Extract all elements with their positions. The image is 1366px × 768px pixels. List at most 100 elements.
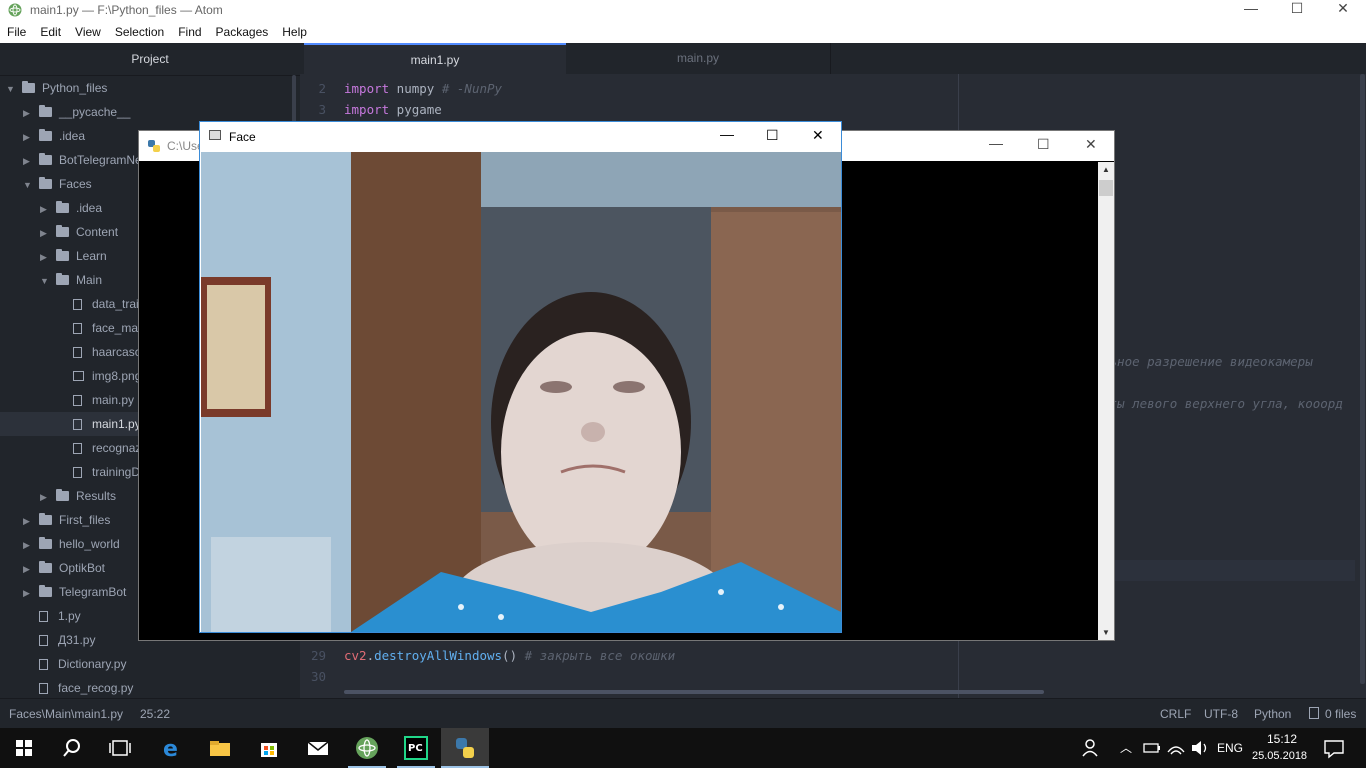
- tree-header[interactable]: Project: [0, 43, 300, 76]
- tray-chevron-icon[interactable]: ︿: [1120, 739, 1132, 756]
- line-number: 3: [318, 102, 326, 117]
- status-file-path[interactable]: Faces\Main\main1.py: [9, 707, 123, 721]
- folder-icon: [56, 273, 69, 285]
- people-icon[interactable]: [1078, 734, 1106, 762]
- task-view-icon[interactable]: [106, 734, 134, 762]
- code-keyword: import: [344, 102, 390, 117]
- tree-item[interactable]: face_recog.py: [0, 676, 300, 698]
- folder-icon: [56, 225, 69, 237]
- file-icon: [39, 683, 48, 694]
- mail-icon[interactable]: [304, 734, 332, 762]
- chevron-right-icon[interactable]: ▶: [40, 221, 52, 245]
- face-maximize-button[interactable]: ☐: [766, 127, 779, 144]
- folder-icon: [56, 201, 69, 213]
- python-app-icon[interactable]: [451, 734, 479, 762]
- scroll-down-icon[interactable]: ▼: [1102, 628, 1110, 637]
- chevron-right-icon[interactable]: ▶: [23, 101, 35, 125]
- tree-item-label: .idea: [59, 129, 86, 143]
- menu-edit[interactable]: Edit: [33, 22, 68, 43]
- window-app-icon: [209, 130, 221, 140]
- console-minimize-button[interactable]: —: [989, 135, 1003, 151]
- volume-icon[interactable]: [1186, 734, 1214, 762]
- face-window[interactable]: Face — ☐ ✕: [199, 121, 842, 633]
- menu-packages[interactable]: Packages: [209, 22, 276, 43]
- status-encoding[interactable]: UTF-8: [1204, 707, 1238, 721]
- menu-view[interactable]: View: [68, 22, 108, 43]
- status-files[interactable]: 0 files: [1325, 707, 1356, 721]
- chevron-right-icon[interactable]: ▶: [23, 149, 35, 173]
- folder-icon: [39, 537, 52, 549]
- pycharm-icon[interactable]: PC: [402, 734, 430, 762]
- chevron-right-icon[interactable]: ▶: [40, 197, 52, 221]
- tree-item-label: First_files: [59, 513, 111, 527]
- chevron-right-icon[interactable]: ▶: [23, 581, 35, 605]
- scroll-up-icon[interactable]: ▲: [1102, 165, 1110, 174]
- face-minimize-button[interactable]: —: [720, 126, 734, 142]
- chevron-right-icon[interactable]: ▶: [23, 125, 35, 149]
- file-explorer-icon[interactable]: [206, 734, 234, 762]
- search-icon[interactable]: [58, 734, 86, 762]
- tree-item[interactable]: ▼ Python_files: [0, 76, 300, 100]
- status-grammar[interactable]: Python: [1254, 707, 1291, 721]
- tree-item-label: img8.png: [92, 369, 142, 383]
- code-dot: .: [366, 648, 375, 663]
- console-close-button[interactable]: ✕: [1085, 136, 1097, 153]
- tree-item-label: TelegramBot: [59, 585, 127, 599]
- tab-main1[interactable]: main1.py: [304, 43, 566, 74]
- status-cursor-position[interactable]: 25:22: [140, 707, 170, 721]
- clock-time[interactable]: 15:12: [1267, 732, 1297, 746]
- folder-icon: [56, 249, 69, 261]
- file-icon: [73, 323, 82, 334]
- atom-app-icon[interactable]: [353, 734, 381, 762]
- menu-find[interactable]: Find: [171, 22, 208, 43]
- chevron-right-icon[interactable]: ▶: [23, 509, 35, 533]
- camera-image: [201, 152, 841, 632]
- tree-item-label: main1.py: [92, 417, 141, 431]
- store-icon[interactable]: [255, 734, 283, 762]
- language-indicator[interactable]: ENG: [1217, 741, 1243, 755]
- chevron-right-icon[interactable]: ▶: [40, 485, 52, 509]
- window-title: main1.py — F:\Python_files — Atom: [30, 3, 223, 17]
- notifications-icon[interactable]: [1320, 734, 1348, 762]
- minimize-button[interactable]: —: [1228, 0, 1274, 22]
- face-close-button[interactable]: ✕: [812, 127, 824, 144]
- windows-start-icon[interactable]: [10, 734, 38, 762]
- menu-file[interactable]: File: [0, 22, 33, 43]
- chevron-right-icon[interactable]: ▶: [23, 557, 35, 581]
- folder-icon: [39, 129, 52, 141]
- console-maximize-button[interactable]: ☐: [1037, 136, 1050, 153]
- tab-bar: main1.py main.py: [300, 43, 1366, 74]
- console-scrollbar[interactable]: ▲ ▼: [1098, 162, 1114, 640]
- file-icon: [39, 611, 48, 622]
- tab-main[interactable]: main.py: [566, 43, 831, 74]
- face-titlebar: Face — ☐ ✕: [200, 122, 841, 152]
- close-button[interactable]: ✕: [1320, 0, 1366, 22]
- chevron-right-icon[interactable]: ▶: [23, 533, 35, 557]
- line-number: 30: [310, 669, 326, 684]
- tree-item-label: Learn: [76, 249, 107, 263]
- code-keyword: import: [344, 81, 390, 96]
- menu-selection[interactable]: Selection: [108, 22, 171, 43]
- image-file-icon: [73, 371, 84, 381]
- tree-item[interactable]: Dictionary.py: [0, 652, 300, 676]
- folder-icon: [39, 513, 52, 525]
- folder-icon: [39, 105, 52, 117]
- clock-date[interactable]: 25.05.2018: [1252, 750, 1307, 762]
- editor-h-scrollbar[interactable]: [344, 690, 1044, 694]
- folder-icon: [56, 489, 69, 501]
- chevron-down-icon[interactable]: ▼: [23, 173, 35, 197]
- app-titlebar: main1.py — F:\Python_files — Atom — ☐ ✕: [0, 0, 1366, 22]
- maximize-button[interactable]: ☐: [1274, 0, 1320, 22]
- file-icon: [39, 635, 48, 646]
- chevron-down-icon[interactable]: ▼: [40, 269, 52, 293]
- chevron-down-icon[interactable]: ▼: [6, 77, 18, 101]
- status-line-ending[interactable]: CRLF: [1160, 707, 1191, 721]
- editor-v-scrollbar[interactable]: [1360, 74, 1365, 684]
- scroll-thumb[interactable]: [1099, 180, 1113, 196]
- code-comment: аты левого верхнего угла, кооорд: [1102, 396, 1343, 411]
- tree-item-label: OptikBot: [59, 561, 106, 575]
- code-comment: # -NunPy: [441, 81, 503, 96]
- edge-browser-icon[interactable]: e: [158, 734, 186, 762]
- chevron-right-icon[interactable]: ▶: [40, 245, 52, 269]
- menu-help[interactable]: Help: [275, 22, 314, 43]
